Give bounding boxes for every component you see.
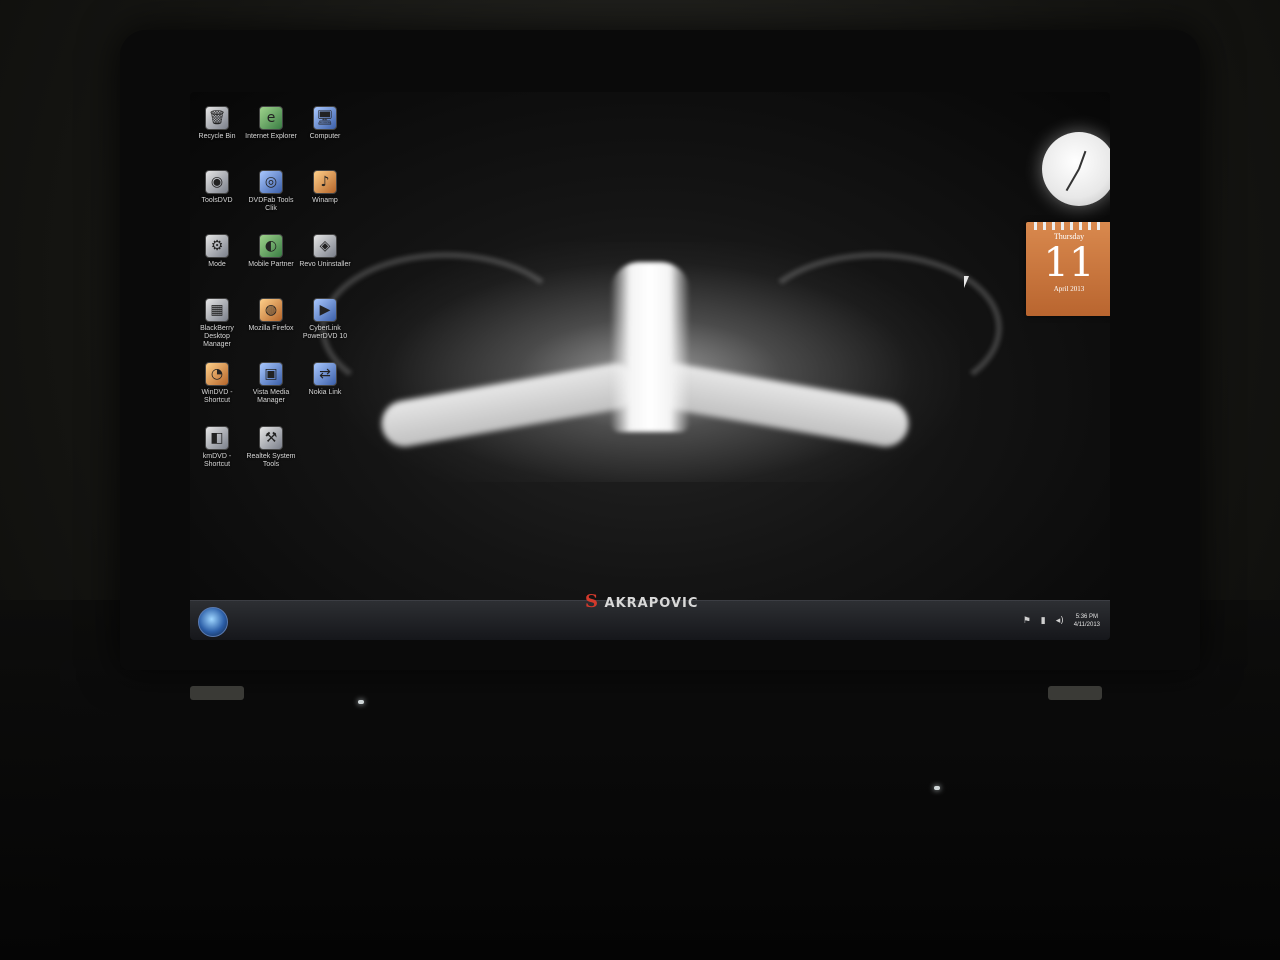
clock-minute-hand — [1065, 168, 1080, 192]
tray-clock[interactable]: 5:36 PM 4/11/2013 — [1074, 613, 1100, 629]
desktop-shortcut[interactable]: ▶ CyberLink PowerDVD 10 — [298, 298, 352, 362]
desktop-shortcut[interactable]: ⚙ Mode — [190, 234, 244, 298]
desktop-shortcut[interactable]: ⚒ Realtek System Tools — [244, 426, 298, 490]
tray-date: 4/11/2013 — [1073, 622, 1100, 628]
taskbar: S AKRAPOVIC ⚑ ▮ ◂) 5:36 PM 4/11/2013 — [190, 591, 1110, 640]
firefox-icon: ◍ — [259, 298, 283, 322]
tools-dvd-icon: ◉ — [205, 170, 229, 194]
windvd-icon: ◔ — [205, 362, 229, 386]
recycle-bin-icon: 🗑 — [205, 106, 229, 130]
clock-hour-hand — [1078, 150, 1087, 170]
winamp-icon: ♪ — [313, 170, 337, 194]
laptop-hinge-left — [190, 686, 244, 700]
clock-gadget[interactable] — [1042, 132, 1110, 206]
desktop-shortcut-label: Realtek System Tools — [246, 453, 296, 468]
desktop-shortcut[interactable]: ◔ WinDVD - Shortcut — [190, 362, 244, 426]
desktop-shortcut-label: kmDVD - Shortcut — [202, 453, 232, 468]
blackberry-icon: ▦ — [205, 298, 229, 322]
wallpaper-wing-right — [750, 252, 1002, 404]
calendar-day-number: 11 — [1043, 240, 1095, 286]
desktop-shortcut-label: Mozilla Firefox — [248, 325, 294, 332]
desktop-shortcut-label: Winamp — [312, 197, 338, 204]
desktop-shortcut-label: Mode — [208, 261, 226, 268]
computer-icon: 🖥 — [313, 106, 337, 130]
status-led — [934, 786, 940, 790]
kmdvd-icon: ◧ — [205, 426, 229, 450]
start-button[interactable] — [198, 607, 228, 637]
revo-uninstaller-icon: ◈ — [313, 234, 337, 258]
desktop-shortcut[interactable]: ◈ Revo Uninstaller — [298, 234, 352, 298]
calendar-month-year: April 2013 — [1053, 285, 1085, 293]
desktop-shortcut[interactable]: ▣ Vista Media Manager — [244, 362, 298, 426]
brand-text: AKRAPOVIC — [604, 596, 699, 611]
desktop-shortcut-label: CyberLink PowerDVD 10 — [302, 325, 348, 340]
desktop-shortcut-label: WinDVD - Shortcut — [201, 389, 233, 404]
desktop-shortcut[interactable]: ⇄ Nokia Link — [298, 362, 352, 426]
desktop-shortcut[interactable]: 🗑 Recycle Bin — [190, 106, 244, 170]
powerdvd-icon: ▶ — [313, 298, 337, 322]
desktop-shortcut[interactable]: 🖥 Computer — [298, 106, 352, 170]
desktop-shortcut[interactable]: ▦ BlackBerry Desktop Manager — [190, 298, 244, 362]
desktop-shortcut[interactable]: ♪ Winamp — [298, 170, 352, 234]
nokia-link-icon: ⇄ — [313, 362, 337, 386]
desktop-screen: 🗑 Recycle Bin e Internet Explorer 🖥 Computer ◉… — [190, 92, 1110, 640]
calendar-rings — [1034, 222, 1104, 230]
desktop-shortcut-label: BlackBerry Desktop Manager — [200, 325, 234, 348]
wallpaper-stem — [610, 262, 690, 432]
dvdfab-icon: ◎ — [259, 170, 283, 194]
desktop-shortcut[interactable]: ◧ kmDVD - Shortcut — [190, 426, 244, 490]
desktop-icons: 🗑 Recycle Bin e Internet Explorer 🖥 Computer ◉… — [190, 106, 351, 490]
wallpaper-brand-logo: S AKRAPOVIC — [585, 591, 698, 612]
volume-icon[interactable]: ◂) — [1056, 616, 1064, 626]
desktop-shortcut-label: Vista Media Manager — [252, 389, 290, 404]
desktop-shortcut-label: Mobile Partner — [248, 261, 294, 268]
desktop-shortcut-label: Revo Uninstaller — [299, 261, 351, 268]
desktop-shortcut[interactable]: ◐ Mobile Partner — [244, 234, 298, 298]
desktop-shortcut[interactable]: ◍ Mozilla Firefox — [244, 298, 298, 362]
desktop-shortcut-label: Recycle Bin — [198, 133, 236, 140]
desktop-shortcut-label: DVDFab Tools Clik — [248, 197, 294, 212]
mouse-cursor — [964, 276, 969, 288]
action-center-flag-icon[interactable]: ⚑ — [1023, 616, 1031, 626]
power-led — [358, 700, 364, 704]
brand-mark: S — [585, 591, 599, 612]
desktop-shortcut[interactable]: e Internet Explorer — [244, 106, 298, 170]
laptop-base — [60, 660, 1220, 960]
media-manager-icon: ▣ — [259, 362, 283, 386]
system-tray: ⚑ ▮ ◂) 5:36 PM 4/11/2013 — [1023, 613, 1100, 629]
network-icon[interactable]: ▮ — [1041, 616, 1046, 626]
calendar-gadget[interactable]: Thursday 11 April 2013 — [1026, 222, 1110, 316]
realtek-icon: ⚒ — [259, 426, 283, 450]
desktop-shortcut-label: ToolsDVD — [201, 197, 233, 204]
desktop-shortcut-label: Nokia Link — [308, 389, 342, 396]
desktop-shortcut-label: Internet Explorer — [245, 133, 297, 140]
desktop-shortcut-label: Computer — [309, 133, 341, 140]
mode-icon: ⚙ — [205, 234, 229, 258]
laptop-hinge-right — [1048, 686, 1102, 700]
desktop-shortcut[interactable]: ◎ DVDFab Tools Clik — [244, 170, 298, 234]
desktop-shortcut[interactable]: ◉ ToolsDVD — [190, 170, 244, 234]
mobile-partner-icon: ◐ — [259, 234, 283, 258]
tray-time: 5:36 PM — [1075, 614, 1099, 620]
internet-explorer-icon: e — [259, 106, 283, 130]
